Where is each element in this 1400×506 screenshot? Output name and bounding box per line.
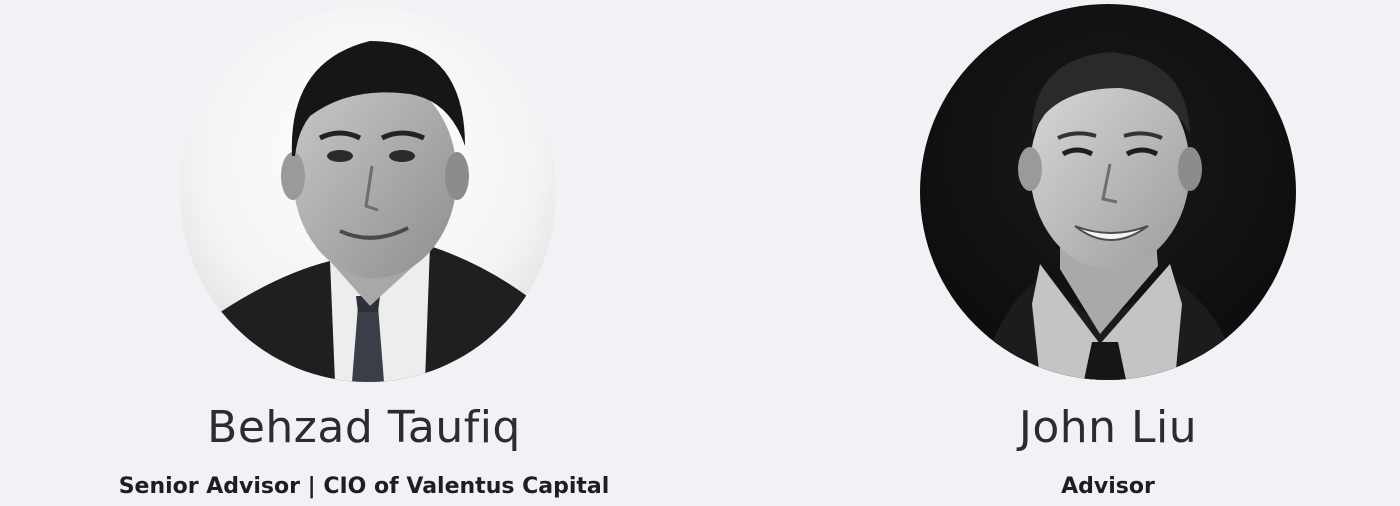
team-member-card-behzad-taufiq: Behzad Taufiq Senior Advisor | CIO of Va… (84, 0, 644, 506)
member-name: Behzad Taufiq (207, 402, 521, 453)
portrait-photo (180, 6, 556, 382)
avatar-behzad-taufiq (180, 6, 556, 382)
member-name: John Liu (1018, 402, 1198, 453)
portrait-photo (920, 4, 1296, 380)
member-role: Advisor (1061, 474, 1155, 499)
team-member-card-john-liu: John Liu Advisor (828, 0, 1388, 506)
member-role: Senior Advisor | CIO of Valentus Capital (118, 474, 610, 499)
avatar-john-liu (920, 4, 1296, 380)
